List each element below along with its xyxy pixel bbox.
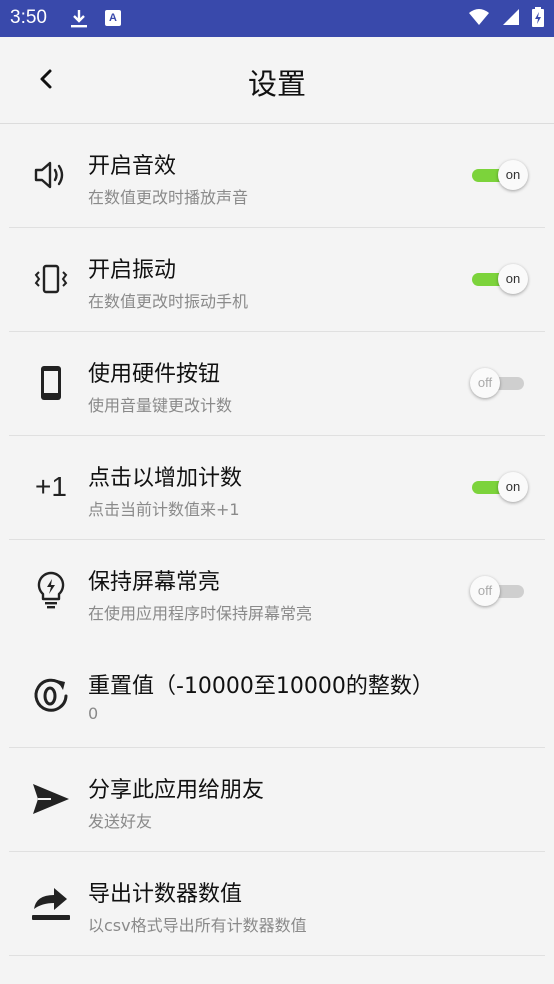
- volume-icon: [28, 152, 74, 198]
- switch-thumb: off: [470, 576, 500, 606]
- hardware-buttons-toggle[interactable]: off: [470, 368, 528, 398]
- setting-title: 导出计数器数值: [88, 882, 243, 907]
- status-right-icons: [468, 7, 544, 31]
- setting-subtitle: 在数值更改时播放声音: [88, 188, 249, 207]
- setting-subtitle: 以csv格式导出所有计数器数值: [88, 916, 307, 935]
- divider: [9, 955, 545, 956]
- setting-title: 开启振动: [88, 258, 177, 283]
- setting-subtitle: 点击当前计数值来+1: [88, 500, 240, 519]
- a-letter-icon: A: [105, 10, 121, 26]
- keep-screen-on-toggle[interactable]: off: [470, 576, 528, 606]
- status-time: 3:50: [10, 7, 47, 28]
- send-icon: [28, 776, 74, 822]
- tap-to-increase-toggle[interactable]: on: [470, 472, 528, 502]
- switch-thumb: on: [498, 472, 528, 502]
- battery-charging-icon: [532, 7, 544, 31]
- switch-thumb: off: [470, 368, 500, 398]
- lightbulb-icon: [28, 568, 74, 614]
- setting-keep-screen-on[interactable]: 保持屏幕常亮 在使用应用程序时保持屏幕常亮 off: [0, 540, 554, 644]
- setting-tap-to-increase[interactable]: +1 点击以增加计数 点击当前计数值来+1 on: [0, 436, 554, 540]
- setting-title: 重置值（-10000至10000的整数）: [88, 674, 434, 699]
- signal-icon: [502, 8, 520, 30]
- setting-vibration[interactable]: 开启振动 在数值更改时振动手机 on: [0, 228, 554, 332]
- setting-title: 保持屏幕常亮: [88, 570, 221, 595]
- setting-subtitle: 在使用应用程序时保持屏幕常亮: [88, 604, 313, 623]
- setting-subtitle: 发送好友: [88, 812, 153, 831]
- download-icon: [68, 8, 90, 30]
- export-icon: [28, 880, 74, 926]
- toolbar: 设置: [0, 37, 554, 124]
- plus-one-label: +1: [35, 471, 67, 502]
- page-title: 设置: [247, 67, 306, 101]
- setting-sound[interactable]: 开启音效 在数值更改时播放声音 on: [0, 124, 554, 228]
- wifi-icon: [468, 8, 490, 30]
- setting-title: 点击以增加计数: [88, 466, 243, 491]
- sound-toggle[interactable]: on: [470, 160, 528, 190]
- settings-list: 开启音效 在数值更改时播放声音 on 开启振动 在数值更改时振动手机 on 使用…: [0, 124, 554, 956]
- setting-export-values[interactable]: 导出计数器数值 以csv格式导出所有计数器数值: [0, 852, 554, 956]
- switch-thumb: on: [498, 264, 528, 294]
- setting-subtitle: 使用音量键更改计数: [88, 396, 233, 415]
- vibrate-icon: [28, 256, 74, 302]
- switch-thumb: on: [498, 160, 528, 190]
- setting-subtitle: 在数值更改时振动手机: [88, 292, 249, 311]
- reset-zero-icon: [28, 672, 74, 718]
- setting-hardware-buttons[interactable]: 使用硬件按钮 使用音量键更改计数 off: [0, 332, 554, 436]
- setting-title: 使用硬件按钮: [88, 362, 221, 387]
- setting-title: 开启音效: [88, 154, 177, 179]
- vibration-toggle[interactable]: on: [470, 264, 528, 294]
- setting-title: 分享此应用给朋友: [88, 778, 265, 803]
- phone-icon: [28, 360, 74, 406]
- plus-one-icon: +1: [28, 464, 74, 510]
- setting-share-app[interactable]: 分享此应用给朋友 发送好友: [0, 748, 554, 852]
- status-bar: 3:50 A: [0, 0, 554, 37]
- setting-reset-value[interactable]: 重置值（-10000至10000的整数） 0: [0, 644, 554, 748]
- setting-subtitle: 0: [88, 704, 99, 723]
